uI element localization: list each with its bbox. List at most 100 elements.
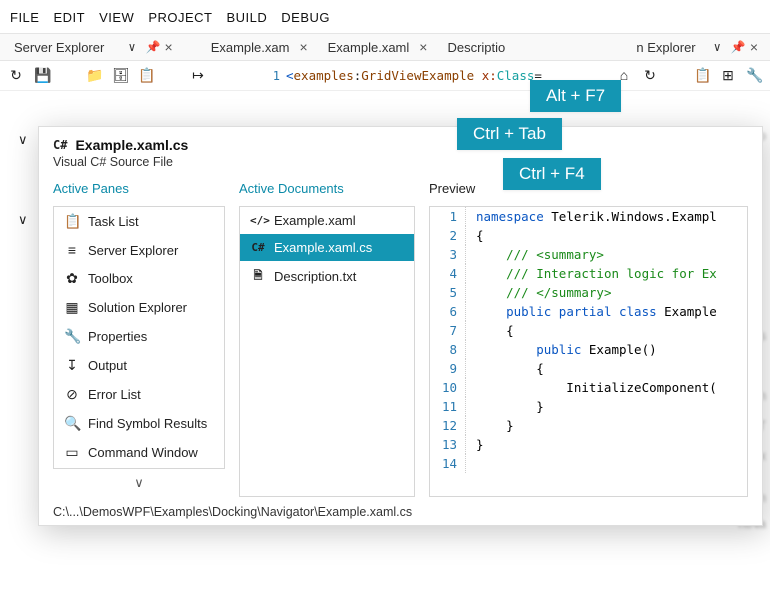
code-line: 3 /// <summary> <box>430 245 747 264</box>
toolbar-icon[interactable]: ↻ <box>8 67 24 84</box>
toolbar-icon[interactable]: ↦ <box>190 67 206 84</box>
chevron-down-icon[interactable]: ∨ <box>128 40 135 54</box>
toolbar-icon[interactable]: ⊞ <box>720 67 736 84</box>
pin-icon[interactable]: 📌 <box>731 40 746 54</box>
doc-tab[interactable]: Example.xam × <box>203 39 320 55</box>
doc-tab-label: Example.xaml <box>328 40 410 55</box>
document-item[interactable]: </>Example.xaml <box>240 207 414 234</box>
solution-explorer-panel-title[interactable]: n Explorer <box>630 40 701 55</box>
code-text: /// </summary> <box>476 283 611 302</box>
code-text: /// Interaction logic for Ex <box>476 264 717 283</box>
pane-item-icon: 📋 <box>64 213 80 230</box>
doc-tab-label: Example.xam <box>211 40 290 55</box>
document-item-label: Example.xaml.cs <box>274 240 372 255</box>
menu-project[interactable]: PROJECT <box>148 10 212 25</box>
code-xattr: x: <box>474 68 497 83</box>
shortcut-badge-ctrl-f4: Ctrl + F4 <box>503 158 601 190</box>
code-elem: GridViewExample <box>361 68 474 83</box>
toolbar-icon[interactable]: 📁 <box>86 67 102 84</box>
pane-item[interactable]: 📋 Task List <box>54 207 224 236</box>
doc-tab[interactable]: Example.xaml × <box>320 39 440 55</box>
pane-item-label: Command Window <box>88 445 198 460</box>
expand-more-icon[interactable]: ∨ <box>53 469 225 497</box>
toolbar-icon[interactable]: 📋 <box>694 67 710 84</box>
pane-item[interactable]: ▭ Command Window <box>54 438 224 467</box>
shortcut-badge-ctrl-tab: Ctrl + Tab <box>457 118 562 150</box>
pane-item[interactable]: ✿Toolbox <box>54 264 224 293</box>
code-line: 8 public Example() <box>430 340 747 359</box>
code-line: 5 /// </summary> <box>430 283 747 302</box>
pane-item-icon: ✿ <box>64 270 80 287</box>
code-gutter: 13 <box>430 435 466 454</box>
code-text: } <box>476 416 514 435</box>
close-icon[interactable]: × <box>415 39 431 55</box>
toolbar-icon <box>164 67 180 84</box>
active-panes-header: Active Panes <box>53 181 225 196</box>
code-line: 7 { <box>430 321 747 340</box>
tree-expand-icon[interactable]: ∨ <box>18 132 28 148</box>
menu-view[interactable]: VIEW <box>99 10 134 25</box>
menu-build[interactable]: BUILD <box>227 10 268 25</box>
toolbar-icon[interactable]: 💾 <box>34 67 50 84</box>
close-icon[interactable]: × <box>746 39 762 55</box>
document-item[interactable]: 🗎Description.txt <box>240 261 414 292</box>
pane-item-icon: ▭ <box>64 444 80 461</box>
navigator-subtitle: Visual C# Source File <box>53 155 748 169</box>
pane-item-label: Solution Explorer <box>88 300 187 315</box>
menu-debug[interactable]: DEBUG <box>281 10 330 25</box>
file-language-tag: C# <box>53 138 67 152</box>
pane-item-label: Find Symbol Results <box>88 416 207 431</box>
code-line: 11 } <box>430 397 747 416</box>
code-gutter: 6 <box>430 302 466 321</box>
pane-item-icon: 🔧 <box>64 328 80 345</box>
toolbar-icon <box>668 67 684 84</box>
document-item-icon: C# <box>250 241 266 254</box>
pane-item[interactable]: 🔍Find Symbol Results <box>54 409 224 438</box>
toolbar-icon[interactable]: 🗄 <box>112 67 128 84</box>
code-line: 13} <box>430 435 747 454</box>
server-explorer-panel-title[interactable]: Server Explorer <box>8 40 110 55</box>
code-line: 12 } <box>430 416 747 435</box>
code-ns: examples <box>294 68 354 83</box>
pane-item-label: Task List <box>88 214 139 229</box>
close-icon[interactable]: × <box>295 39 311 55</box>
pane-item[interactable]: ≡Server Explorer <box>54 236 224 264</box>
toolbar-icon[interactable]: ↻ <box>642 67 658 84</box>
toolbar-icon[interactable]: 📋 <box>138 67 154 84</box>
doc-tab[interactable]: Descriptio <box>439 40 513 55</box>
close-icon[interactable]: × <box>161 39 177 55</box>
document-item-label: Description.txt <box>274 269 356 284</box>
gutter-line-1: 1 <box>260 69 286 83</box>
code-line: 4 /// Interaction logic for Ex <box>430 264 747 283</box>
pane-item[interactable]: 🔧 Properties <box>54 322 224 351</box>
chevron-down-icon[interactable]: ∨ <box>714 40 721 54</box>
tree-expand-icon[interactable]: ∨ <box>18 212 28 228</box>
pane-item-label: Error List <box>88 387 141 402</box>
pane-item-icon: ▦ <box>64 299 80 316</box>
toolbar-icon[interactable]: 🔧 <box>746 67 762 84</box>
code-class-attr: Class <box>497 68 535 83</box>
pane-item[interactable]: ↧Output <box>54 351 224 380</box>
menu-edit[interactable]: EDIT <box>53 10 85 25</box>
document-item[interactable]: C# Example.xaml.cs <box>240 234 414 261</box>
code-text: InitializeComponent( <box>476 378 717 397</box>
code-gutter: 3 <box>430 245 466 264</box>
pin-icon[interactable]: 📌 <box>146 40 161 54</box>
code-gutter: 8 <box>430 340 466 359</box>
pane-item[interactable]: ▦ Solution Explorer <box>54 293 224 322</box>
pane-item-label: Output <box>88 358 127 373</box>
menu-file[interactable]: FILE <box>10 10 39 25</box>
pane-item[interactable]: ⊘Error List <box>54 380 224 409</box>
code-gutter: 14 <box>430 454 466 473</box>
code-gutter: 1 <box>430 207 466 226</box>
code-line: 6 public partial class Example <box>430 302 747 321</box>
code-gutter: 2 <box>430 226 466 245</box>
code-line: 9 { <box>430 359 747 378</box>
pane-item-label: Properties <box>88 329 147 344</box>
code-gutter: 7 <box>430 321 466 340</box>
code-line: 10 InitializeComponent( <box>430 378 747 397</box>
pane-item-label: Server Explorer <box>88 243 178 258</box>
code-text: public partial class Example <box>476 302 717 321</box>
code-gutter: 12 <box>430 416 466 435</box>
navigator-title: Example.xaml.cs <box>75 137 188 153</box>
